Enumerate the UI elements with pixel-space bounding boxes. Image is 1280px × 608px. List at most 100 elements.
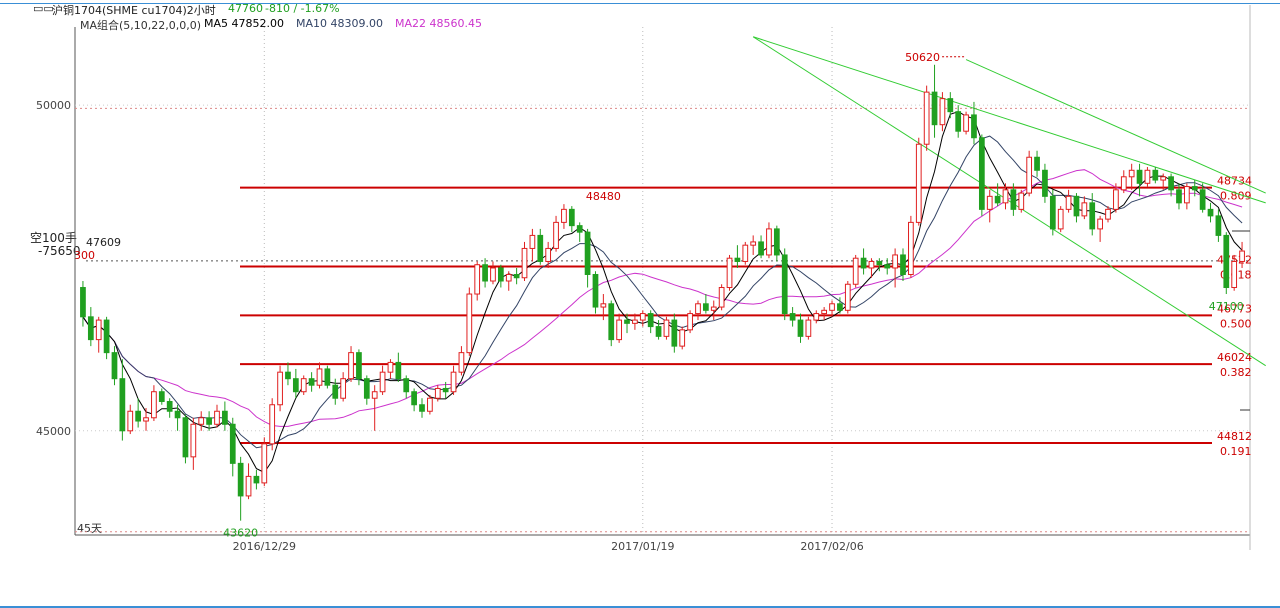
candle-body <box>939 98 946 126</box>
candle-body <box>908 221 914 275</box>
candle-body <box>900 254 906 275</box>
candle-body <box>639 313 646 321</box>
channel-upper-line <box>753 36 1266 204</box>
candle-body <box>608 303 615 341</box>
candle-body <box>837 303 843 311</box>
candle-body <box>1113 189 1119 210</box>
candle-body <box>600 303 607 308</box>
candle-body <box>758 241 764 256</box>
candle-body <box>521 247 528 279</box>
candle-body <box>821 309 828 315</box>
candle-body <box>1231 260 1238 289</box>
candle-body <box>1049 195 1056 230</box>
candle-body <box>1105 208 1111 220</box>
candle-body <box>1152 169 1159 181</box>
candle-body <box>734 257 741 262</box>
ma5-line <box>82 111 1243 474</box>
y-tick-label: 50000 <box>36 99 71 112</box>
candle-body <box>773 228 780 256</box>
candle-body <box>237 462 244 497</box>
channel-parallel-line <box>965 59 1266 194</box>
candle-body <box>80 287 86 318</box>
candle-body <box>742 244 749 262</box>
candle-body <box>1097 218 1103 230</box>
candle-body <box>174 410 181 419</box>
candle-body <box>789 313 796 321</box>
candle-body <box>482 264 488 282</box>
price-annotation: 50620 <box>905 51 940 64</box>
x-tick-label: 2016/12/29 <box>233 540 296 553</box>
candle-body <box>300 378 307 393</box>
candle-body <box>616 319 622 341</box>
candle-body <box>695 303 701 315</box>
candle-body <box>135 410 142 422</box>
candle-body <box>206 417 212 425</box>
candle-body <box>529 234 536 249</box>
candle-body <box>671 319 678 347</box>
candle-body <box>198 417 205 425</box>
candle-body <box>158 391 165 402</box>
candle-body <box>1065 195 1072 210</box>
candle-body <box>497 267 504 282</box>
candle-body <box>348 352 354 380</box>
candle-body <box>490 267 496 282</box>
price-annotation: 47100 <box>1209 300 1244 313</box>
fib-level-ratio: 0.809 <box>1220 190 1252 203</box>
candle-body <box>971 114 977 139</box>
candle-body <box>852 257 859 285</box>
candle-body <box>923 91 930 145</box>
candle-body <box>884 264 891 269</box>
candle-body <box>190 423 197 458</box>
candle-body <box>292 378 299 393</box>
candle-body <box>750 241 757 246</box>
candle-body <box>1183 186 1190 204</box>
candle-body <box>986 195 993 210</box>
candle-body <box>584 231 591 275</box>
candle-body <box>844 283 851 311</box>
candle-body <box>466 293 473 354</box>
candle-body <box>561 208 567 223</box>
candle-body <box>316 368 323 386</box>
candle-body <box>781 254 788 315</box>
candle-body <box>868 260 875 269</box>
candle-body <box>624 319 630 324</box>
candle-body <box>269 404 276 445</box>
candle-body <box>127 410 134 432</box>
candle-body <box>261 443 268 484</box>
fib-level-price: 48734 <box>1217 175 1252 188</box>
candle-body <box>419 404 425 412</box>
candle-body <box>450 371 457 393</box>
candle-body <box>1207 208 1214 217</box>
candle-body <box>1128 169 1135 178</box>
candle-body <box>647 313 654 328</box>
candle-body <box>379 371 386 393</box>
candle-body <box>214 410 220 425</box>
candle-body <box>1120 176 1127 191</box>
candle-body <box>963 114 969 132</box>
fib-level-ratio: 0.382 <box>1220 366 1252 379</box>
candle-body <box>371 391 378 399</box>
candle-body <box>442 387 449 393</box>
candle-body <box>395 361 402 380</box>
candle-body <box>95 319 102 341</box>
candle-body <box>663 319 670 337</box>
candle-body <box>87 316 94 341</box>
candle-body <box>1176 189 1182 204</box>
candle-body <box>253 475 260 484</box>
candle-body <box>356 352 362 380</box>
candle-body <box>1034 156 1040 171</box>
price-annotation: 43620 <box>223 527 258 540</box>
candle-body <box>978 137 985 210</box>
candle-body <box>1010 189 1017 210</box>
candle-body <box>119 378 126 432</box>
candle-body <box>340 378 347 399</box>
candle-body <box>726 257 733 289</box>
candle-body <box>915 143 922 223</box>
candle-body <box>1160 176 1167 181</box>
candle-body <box>1168 176 1174 191</box>
candle-body <box>632 319 638 324</box>
candlestick-chart[interactable]: 2016/12/29 2017/01/19 2017/02/06 50000 45000… <box>0 0 1280 608</box>
candle-body <box>568 208 575 227</box>
candle-body <box>553 221 559 249</box>
candle-body <box>679 329 686 347</box>
